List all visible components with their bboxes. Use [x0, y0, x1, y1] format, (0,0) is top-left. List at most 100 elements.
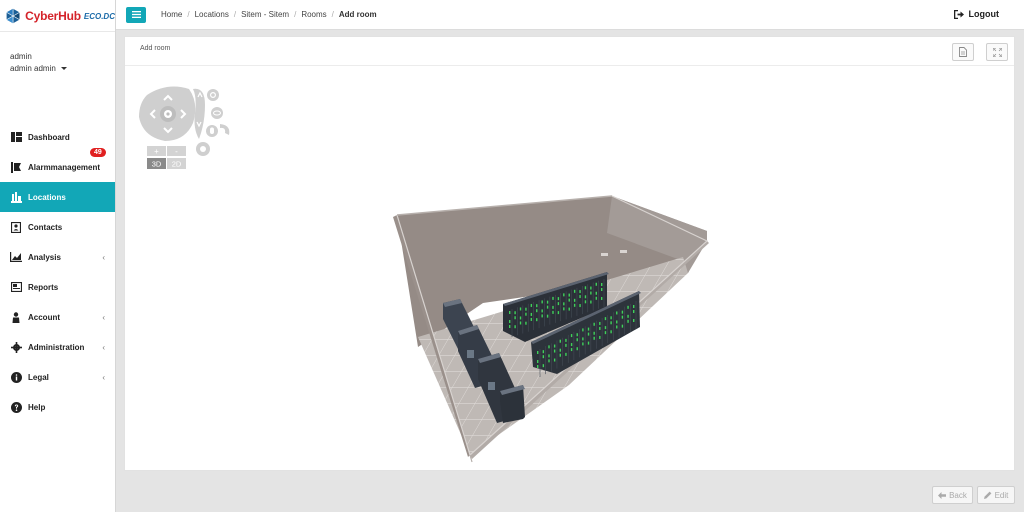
rack-led: [548, 354, 550, 358]
breadcrumb-site[interactable]: Sitem - Sitem: [241, 10, 289, 19]
rack-led: [570, 343, 573, 347]
sidebar-item-legal[interactable]: Legal ‹: [0, 362, 115, 392]
rack-led: [627, 314, 629, 318]
mode-2d-label: 2D: [172, 160, 182, 169]
rack-led: [587, 332, 590, 336]
hamburger-menu-icon: [131, 11, 141, 18]
rack-led: [553, 344, 556, 348]
sidebar-nav: Dashboard Alarmmanagement 49 Locations C…: [0, 122, 115, 422]
rack-led: [590, 286, 592, 290]
topbar: Home / Locations / Sitem - Sitem / Rooms…: [116, 0, 1024, 30]
sidebar-item-label: Analysis: [28, 252, 61, 262]
rack-led: [604, 326, 607, 330]
rack-led: [593, 331, 595, 335]
sidebar-item-analysis[interactable]: Analysis ‹: [0, 242, 115, 272]
room-model[interactable]: [393, 195, 709, 463]
rotate-arc-button[interactable]: [220, 124, 230, 135]
rack-led: [599, 321, 601, 325]
chevron-left-icon: ‹: [102, 313, 105, 322]
rack-led: [530, 303, 533, 307]
sidebar-item-label: Contacts: [28, 222, 63, 232]
rack-led: [590, 300, 592, 304]
rack-led: [546, 300, 549, 304]
user-menu-toggle[interactable]: admin admin: [10, 64, 115, 73]
document-icon: [959, 47, 967, 57]
pencil-icon: [983, 491, 991, 499]
rack-led: [621, 324, 624, 328]
sidebar-item-contacts[interactable]: Contacts: [0, 212, 115, 242]
breadcrumb-home[interactable]: Home: [161, 10, 182, 19]
view-eye-button[interactable]: [211, 107, 223, 119]
rack-led: [584, 295, 587, 299]
sidebar-item-label: Account: [28, 312, 60, 322]
rack-led: [610, 330, 612, 334]
rack-led: [576, 347, 578, 351]
reports-icon: [10, 281, 22, 293]
document-button[interactable]: [952, 43, 974, 61]
rack-led: [537, 360, 539, 363]
chevron-left-icon: ‹: [102, 343, 105, 352]
rack-led: [509, 311, 511, 314]
rack-led: [563, 302, 565, 306]
breadcrumb-current: Add room: [338, 10, 377, 19]
rack-led: [537, 351, 539, 354]
logout-button[interactable]: Logout: [953, 9, 999, 19]
breadcrumb-separator: /: [294, 10, 297, 19]
navigation-controls[interactable]: + - 3D 2D: [139, 86, 230, 169]
cooling-unit[interactable]: [500, 385, 525, 423]
breadcrumb-locations[interactable]: Locations: [195, 10, 229, 19]
breadcrumb-rooms[interactable]: Rooms: [301, 10, 326, 19]
sidebar-item-alarmmanagement[interactable]: Alarmmanagement 49: [0, 148, 115, 182]
sign-out-icon: [953, 9, 964, 19]
rack-led: [579, 290, 581, 294]
zoom-out-label: -: [175, 147, 178, 156]
rack-led: [582, 328, 584, 332]
brand-suffix: ECO.DC: [83, 12, 115, 21]
sidebar-item-reports[interactable]: Reports: [0, 272, 115, 302]
rack-led: [536, 309, 538, 313]
rack-led: [601, 283, 603, 286]
mode-3d-label: 3D: [152, 160, 162, 169]
arrow-left-icon: [938, 491, 947, 499]
info-circle-icon: [10, 371, 22, 383]
room-3d-viewer[interactable]: + - 3D 2D: [125, 67, 1014, 471]
user-block: admin admin admin: [0, 32, 115, 122]
rack-led: [546, 305, 549, 309]
sidebar-item-account[interactable]: Account ‹: [0, 302, 115, 332]
alarm-count-badge: 49: [90, 148, 106, 157]
sidebar-toggle-button[interactable]: [126, 6, 146, 23]
sidebar-item-administration[interactable]: Administration ‹: [0, 332, 115, 362]
sidebar-item-help[interactable]: Help: [0, 392, 115, 422]
rack-led: [616, 320, 618, 324]
sidebar-item-label: Alarmmanagement: [28, 162, 101, 172]
rack-led: [616, 311, 618, 315]
rack-led: [548, 345, 550, 349]
rack-led: [579, 295, 581, 299]
rack-led: [536, 318, 538, 322]
question-circle-icon: [10, 401, 22, 413]
rack-led: [584, 300, 587, 304]
rack-led: [519, 321, 522, 325]
rack-led: [519, 316, 522, 320]
rack-led: [599, 335, 601, 339]
rack-led: [582, 337, 584, 341]
rack-led: [576, 333, 578, 337]
rack-led: [633, 305, 635, 308]
rack-led: [616, 325, 618, 329]
rack-led: [552, 310, 554, 314]
edit-button[interactable]: Edit: [977, 486, 1015, 504]
rack-led: [568, 293, 570, 297]
back-button[interactable]: Back: [932, 486, 973, 504]
settings-gear-button[interactable]: [207, 89, 219, 101]
rack-led: [525, 307, 527, 311]
ceiling-vent: [620, 250, 627, 253]
rack-led: [584, 286, 587, 290]
fullscreen-button[interactable]: [986, 43, 1008, 61]
room-3d-canvas[interactable]: + - 3D 2D: [125, 67, 1014, 471]
brand[interactable]: CyberHub ECO.DC: [0, 0, 115, 32]
rack-led: [530, 317, 533, 321]
sidebar-item-locations[interactable]: Locations: [0, 182, 115, 212]
rack-led: [525, 312, 527, 316]
rack-led: [633, 310, 635, 313]
rack-led: [573, 303, 576, 307]
